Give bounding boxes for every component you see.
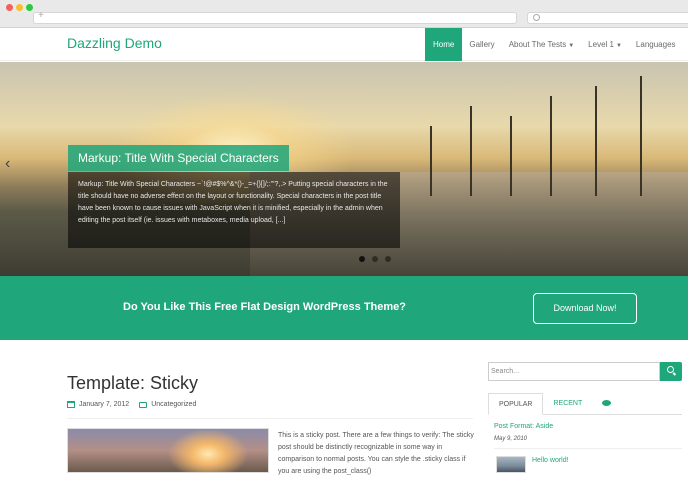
- sidebar-tabs: POPULAR RECENT: [488, 393, 682, 415]
- nav-item-level-1[interactable]: Level 1 ▼: [581, 28, 629, 61]
- popular-post-title[interactable]: Post Format: Aside: [494, 423, 553, 430]
- nav-label: About The Tests: [508, 40, 567, 49]
- post-excerpt: This is a sticky post. There are a few t…: [278, 432, 474, 475]
- tab-recent[interactable]: RECENT: [543, 393, 592, 415]
- cta-text: Do You Like This Free Flat Design WordPr…: [123, 301, 407, 313]
- search-icon-handle: [672, 372, 677, 376]
- slide-caption-body: Markup: Title With Special Characters ~`…: [68, 172, 400, 248]
- tab-popular[interactable]: POPULAR: [488, 393, 544, 415]
- browser-toolbar: +: [0, 0, 688, 28]
- minimize-window-icon[interactable]: [16, 4, 23, 11]
- nav-item-languages[interactable]: Languages: [629, 28, 683, 61]
- tree-decor: [470, 106, 472, 196]
- divider: [67, 418, 473, 419]
- post-meta: January 7, 2012 Uncategorized: [67, 401, 196, 408]
- caret-down-icon: ▼: [568, 43, 575, 49]
- caret-down-icon: ▼: [615, 43, 622, 49]
- tree-decor: [640, 76, 642, 196]
- site-logo[interactable]: Dazzling Demo: [67, 35, 162, 51]
- search-icon: [533, 14, 540, 21]
- sidebar-search-button[interactable]: [660, 362, 682, 381]
- divider: [494, 448, 682, 449]
- download-now-button[interactable]: Download Now!: [533, 293, 637, 324]
- slider-dot[interactable]: [372, 256, 378, 262]
- slider-dot[interactable]: [385, 256, 391, 262]
- tab-comments[interactable]: [592, 393, 621, 415]
- popular-post-date: May 9, 2010: [494, 436, 528, 442]
- hero-slider: ‹ Markup: Title With Special Characters …: [0, 62, 688, 276]
- plus-icon: +: [38, 10, 44, 21]
- address-bar[interactable]: +: [33, 10, 517, 24]
- tree-decor: [595, 86, 597, 196]
- popular-post-thumbnail[interactable]: [496, 456, 526, 473]
- main-nav: Home Gallery About The Tests ▼ Level 1 ▼ L…: [425, 28, 683, 61]
- tree-decor: [550, 96, 552, 196]
- nav-item-gallery[interactable]: Gallery: [462, 28, 501, 61]
- slider-dot[interactable]: [359, 256, 365, 262]
- comments-icon: [602, 400, 612, 407]
- calendar-icon: [67, 401, 75, 408]
- tree-decor: [510, 116, 512, 196]
- post-title[interactable]: Template: Sticky: [67, 373, 198, 394]
- maximize-window-icon[interactable]: [26, 4, 33, 11]
- slider-pagination: [359, 256, 391, 262]
- slide-caption-title[interactable]: Markup: Title With Special Characters: [68, 145, 289, 171]
- folder-icon: [139, 401, 148, 408]
- post-thumbnail[interactable]: [67, 428, 269, 473]
- slider-prev-icon[interactable]: ‹: [5, 155, 10, 173]
- sidebar-search-input[interactable]: Search...: [488, 362, 660, 381]
- site-header: Dazzling Demo Home Gallery About The Tes…: [0, 28, 688, 61]
- tree-decor: [430, 126, 432, 196]
- cta-banner: Do You Like This Free Flat Design WordPr…: [0, 276, 688, 340]
- nav-item-about-the-tests[interactable]: About The Tests ▼: [502, 28, 581, 61]
- close-window-icon[interactable]: [6, 4, 13, 11]
- post-date[interactable]: January 7, 2012: [79, 401, 129, 408]
- browser-search-field[interactable]: [527, 12, 688, 24]
- nav-label: Level 1: [588, 40, 614, 49]
- post-category[interactable]: Uncategorized: [151, 401, 196, 408]
- nav-item-home[interactable]: Home: [425, 28, 463, 61]
- popular-post-title[interactable]: Hello world!: [532, 457, 569, 464]
